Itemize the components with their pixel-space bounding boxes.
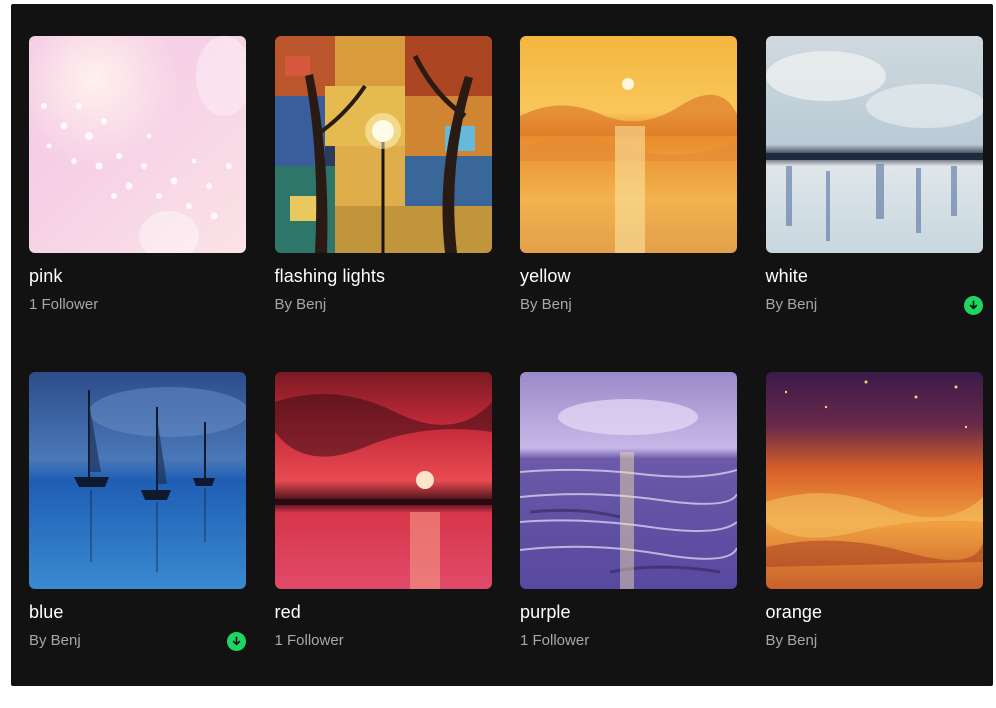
playlist-cover-pink[interactable]	[29, 36, 246, 253]
playlist-title[interactable]: red	[275, 601, 301, 623]
playlist-title[interactable]: pink	[29, 265, 62, 287]
playlist-subtitle: By Benj	[765, 632, 818, 649]
playlist-grid: pink 1 Follower flashing lights By Benj …	[29, 36, 983, 708]
playlist-title[interactable]: white	[766, 265, 809, 287]
playlist-cover-blue[interactable]	[29, 372, 246, 589]
playlist-card-pink[interactable]: pink 1 Follower	[29, 36, 246, 372]
playlist-title[interactable]: flashing lights	[275, 265, 386, 287]
playlist-title[interactable]: yellow	[520, 265, 571, 287]
playlist-cover-yellow[interactable]	[520, 36, 737, 253]
playlist-cover-orange[interactable]	[765, 372, 983, 589]
playlist-card-orange[interactable]: orange By Benj	[765, 372, 983, 708]
download-arrow-icon	[963, 296, 983, 315]
playlist-cover-red[interactable]	[274, 372, 492, 589]
playlist-subtitle: 1 Follower	[520, 632, 590, 649]
playlist-grid-panel: pink 1 Follower flashing lights By Benj …	[11, 4, 993, 686]
playlist-title[interactable]: blue	[29, 601, 63, 623]
playlist-subtitle: By Benj	[765, 296, 818, 313]
playlist-card-blue[interactable]: blue By Benj	[29, 372, 246, 708]
playlist-card-flashing-lights[interactable]: flashing lights By Benj	[274, 36, 492, 372]
playlist-subtitle: By Benj	[520, 296, 572, 313]
playlist-title[interactable]: orange	[766, 601, 823, 623]
playlist-subtitle: By Benj	[29, 632, 81, 649]
playlist-cover-purple[interactable]	[520, 372, 737, 589]
playlist-subtitle: 1 Follower	[29, 296, 99, 313]
playlist-subtitle: 1 Follower	[274, 632, 344, 649]
playlist-title[interactable]: purple	[520, 601, 571, 623]
playlist-card-white[interactable]: white By Benj	[765, 36, 983, 372]
playlist-card-yellow[interactable]: yellow By Benj	[520, 36, 737, 372]
playlist-subtitle: By Benj	[274, 296, 327, 313]
playlist-card-purple[interactable]: purple 1 Follower	[520, 372, 737, 708]
download-arrow-icon	[227, 632, 246, 651]
playlist-card-red[interactable]: red 1 Follower	[274, 372, 492, 708]
playlist-cover-flashing-lights[interactable]	[274, 36, 492, 253]
playlist-cover-white[interactable]	[765, 36, 983, 253]
